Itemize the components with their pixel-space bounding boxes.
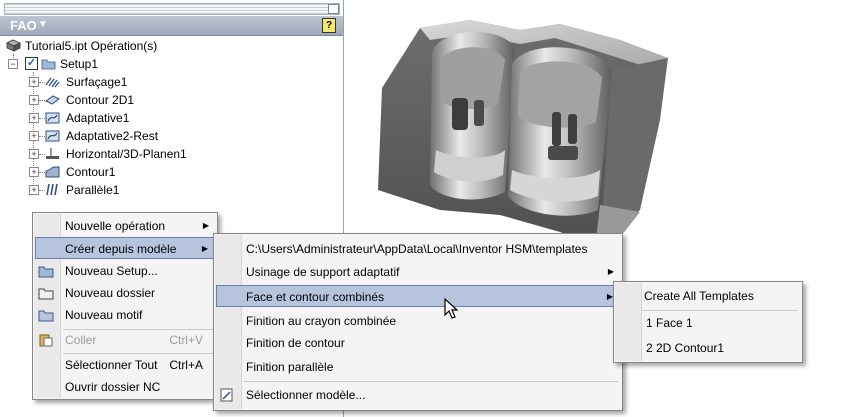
tree-item-label: Surfaçage1 <box>66 75 128 89</box>
shortcut-label: Ctrl+A <box>169 358 203 372</box>
expand-icon[interactable]: + <box>29 77 39 87</box>
tree-item-operation[interactable]: + Surfaçage1 <box>29 73 319 91</box>
tree-item-operation[interactable]: + Contour1 <box>29 163 319 181</box>
tree-item-label: Tutorial5.ipt Opération(s) <box>25 39 158 53</box>
help-icon[interactable]: ? <box>322 18 336 33</box>
face-contour-submenu: Create All Templates 1 Face 1 2 2D Conto… <box>613 281 803 363</box>
submenu-arrow-icon: ▶ <box>202 221 209 230</box>
menu-item-new-operation[interactable]: Nouvelle opération ▶ <box>35 215 215 237</box>
panel-close-box[interactable] <box>328 4 339 14</box>
menu-item-new-pattern[interactable]: Nouveau motif <box>35 304 215 326</box>
tree-item-setup[interactable]: − ✓ Setup1 <box>8 55 308 73</box>
tree-item-label: Horizontal/3D-Planen1 <box>66 147 187 161</box>
tree-item-label: Setup1 <box>60 57 99 71</box>
menu-item-template-path[interactable]: C:\Users\Administrateur\AppData\Local\In… <box>216 238 620 260</box>
mouse-cursor-icon <box>444 298 459 319</box>
tree-item-label: Adaptative2-Rest <box>66 129 159 143</box>
tree-item-operation[interactable]: + Horizontal/3D-Planen1 <box>29 145 319 163</box>
menu-item-contour-finishing[interactable]: Finition de contour <box>216 332 620 354</box>
expand-icon[interactable]: + <box>29 149 39 159</box>
pattern-icon <box>38 310 54 322</box>
expand-icon[interactable]: + <box>29 131 39 141</box>
parallel-op-icon <box>46 183 58 196</box>
setup-folder-icon <box>41 59 56 70</box>
template-submenu: C:\Users\Administrateur\AppData\Local\In… <box>213 233 623 411</box>
menu-item-parallel-finishing[interactable]: Finition parallèle <box>216 356 620 378</box>
menu-item-template-face[interactable]: 1 Face 1 <box>616 312 800 334</box>
panel-header[interactable]: FAO ▼ ? <box>0 16 343 36</box>
paste-icon <box>39 334 53 347</box>
expand-icon[interactable]: + <box>29 185 39 195</box>
menu-item-open-nc-folder[interactable]: Ouvrir dossier NC <box>35 376 215 398</box>
submenu-arrow-icon: ▶ <box>607 267 614 276</box>
menu-item-pencil-finishing[interactable]: Finition au crayon combinée <box>216 310 620 332</box>
facing-op-icon <box>45 77 60 88</box>
context-menu: Nouvelle opération ▶ Créer depuis modèle… <box>32 212 218 400</box>
select-template-icon <box>220 388 233 402</box>
machined-part <box>378 20 668 250</box>
expand-icon[interactable]: + <box>29 167 39 177</box>
adaptive-op-icon <box>45 112 60 124</box>
tree-item-label: Parallèle1 <box>66 183 120 197</box>
expand-icon[interactable]: + <box>29 113 39 123</box>
shortcut-label: Ctrl+V <box>169 333 203 347</box>
tree-item-operation[interactable]: + Adaptative2-Rest <box>29 127 319 145</box>
tree-item-label: Adaptative1 <box>66 111 130 125</box>
panel-title: FAO <box>10 18 37 33</box>
menu-item-template-contour[interactable]: 2 2D Contour1 <box>616 337 800 359</box>
menu-item-select-template[interactable]: Sélectionner modèle... <box>216 384 620 406</box>
adaptive-op-icon <box>45 130 60 142</box>
menu-separator <box>244 381 618 382</box>
menu-item-face-contour-combined[interactable]: Face et contour combinés ▶ <box>216 285 620 307</box>
panel-grip[interactable] <box>4 3 340 15</box>
dropdown-arrow-icon[interactable]: ▼ <box>38 19 48 30</box>
menu-item-create-from-template[interactable]: Créer depuis modèle ▶ <box>35 237 215 259</box>
submenu-arrow-icon: ▶ <box>201 244 208 253</box>
tree-item-document[interactable]: Tutorial5.ipt Opération(s) <box>6 37 306 55</box>
menu-item-select-all[interactable]: Sélectionner Tout Ctrl+A <box>35 354 215 376</box>
menu-item-new-setup[interactable]: Nouveau Setup... <box>35 260 215 282</box>
contour-op-icon <box>45 166 60 178</box>
tree-item-label: Contour1 <box>66 165 116 179</box>
tree-item-operation[interactable]: + Adaptative1 <box>29 109 319 127</box>
expand-icon[interactable]: + <box>29 95 39 105</box>
folder-icon <box>38 288 54 300</box>
menu-item-new-folder[interactable]: Nouveau dossier <box>35 282 215 304</box>
menu-item-adaptive-support[interactable]: Usinage de support adaptatif ▶ <box>216 261 620 283</box>
menu-item-paste[interactable]: Coller Ctrl+V <box>35 329 215 351</box>
menu-separator <box>642 310 798 311</box>
setup-icon <box>38 266 54 278</box>
tree-item-operation[interactable]: + Contour 2D1 <box>29 91 319 109</box>
tree-item-label: Contour 2D1 <box>66 93 135 107</box>
collapse-icon[interactable]: − <box>8 59 18 69</box>
menu-item-create-all-templates[interactable]: Create All Templates <box>616 285 800 307</box>
horizontal-op-icon <box>46 148 59 159</box>
contour2d-op-icon <box>45 95 60 105</box>
tree-item-operation[interactable]: + Parallèle1 <box>29 181 319 199</box>
part-icon <box>6 39 21 52</box>
checkbox-checked[interactable]: ✓ <box>25 57 38 70</box>
